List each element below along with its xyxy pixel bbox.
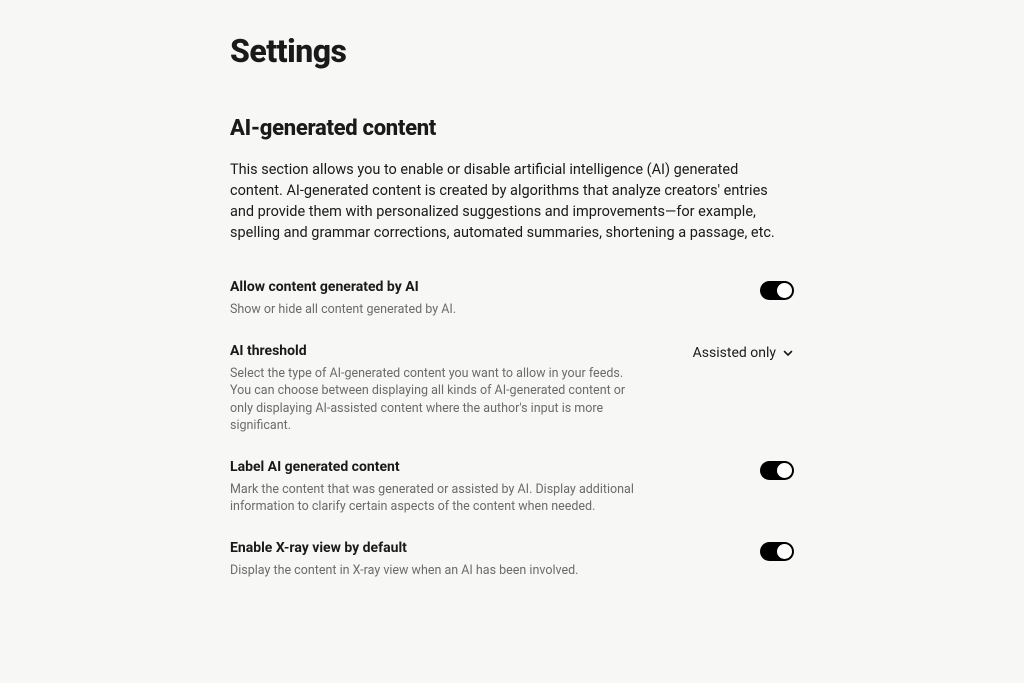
option-text: Enable X-ray view by default Display the…	[230, 540, 640, 580]
option-label-title: Label AI generated content	[230, 459, 640, 475]
toggle-knob	[777, 283, 792, 298]
option-xray: Enable X-ray view by default Display the…	[230, 540, 794, 580]
option-text: Label AI generated content Mark the cont…	[230, 459, 640, 516]
chevron-down-icon	[782, 347, 794, 359]
option-text: AI threshold Select the type of AI-gener…	[230, 343, 640, 435]
option-threshold-control: Assisted only	[693, 345, 794, 361]
option-label-control	[760, 461, 794, 480]
option-allow-title: Allow content generated by AI	[230, 279, 640, 295]
threshold-selected-value: Assisted only	[693, 345, 776, 361]
option-xray-desc: Display the content in X-ray view when a…	[230, 562, 640, 580]
settings-container: Settings AI-generated content This secti…	[230, 0, 794, 579]
option-xray-control	[760, 542, 794, 561]
option-xray-title: Enable X-ray view by default	[230, 540, 640, 556]
option-label-ai: Label AI generated content Mark the cont…	[230, 459, 794, 516]
option-threshold-desc: Select the type of AI-generated content …	[230, 365, 640, 435]
section-description: This section allows you to enable or dis…	[230, 159, 794, 243]
option-allow-ai: Allow content generated by AI Show or hi…	[230, 279, 794, 319]
section-heading: AI-generated content	[230, 116, 794, 141]
option-text: Allow content generated by AI Show or hi…	[230, 279, 640, 319]
toggle-knob	[777, 463, 792, 478]
option-threshold: AI threshold Select the type of AI-gener…	[230, 343, 794, 435]
page-title: Settings	[230, 32, 794, 70]
toggle-knob	[777, 544, 792, 559]
allow-ai-toggle[interactable]	[760, 281, 794, 300]
option-allow-desc: Show or hide all content generated by AI…	[230, 301, 640, 319]
option-label-desc: Mark the content that was generated or a…	[230, 481, 640, 516]
label-ai-toggle[interactable]	[760, 461, 794, 480]
xray-toggle[interactable]	[760, 542, 794, 561]
threshold-dropdown[interactable]: Assisted only	[693, 345, 794, 361]
option-threshold-title: AI threshold	[230, 343, 640, 359]
option-allow-control	[760, 281, 794, 300]
